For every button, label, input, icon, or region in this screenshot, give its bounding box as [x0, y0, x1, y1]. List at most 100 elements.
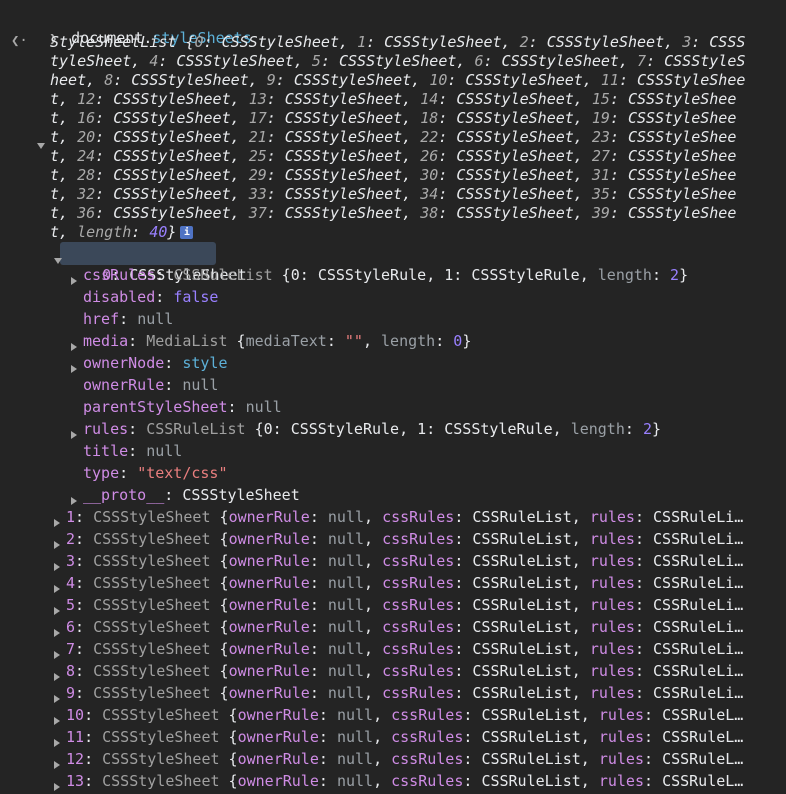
- preview-value: null: [336, 706, 374, 724]
- collapsed-entry-row[interactable]: 3: CSSStyleSheet {ownerRule: null, cssRu…: [66, 550, 743, 572]
- preview-key: cssRules: [391, 728, 464, 746]
- property-value: :: [453, 266, 472, 284]
- summary-entry-index: 12: [77, 90, 96, 108]
- entry-11-expand-triangle-icon[interactable]: [54, 733, 60, 751]
- preview-value: CSSRuleLi…: [653, 508, 744, 526]
- property-row: disabled: false: [83, 288, 219, 306]
- entry-index: 2: [66, 530, 76, 548]
- prop-ownerNode-expand-triangle-icon[interactable]: [71, 359, 77, 377]
- result-arrow-icon: ❮·: [11, 33, 28, 49]
- entry-index: 5: [66, 596, 76, 614]
- summary-entry-index: 16: [77, 109, 96, 127]
- entry-class: CSSStyleSheet: [102, 706, 220, 724]
- preview-value: CSSRuleList: [481, 728, 581, 746]
- preview-key: ownerRule: [228, 508, 310, 526]
- preview-key: ownerRule: [237, 750, 319, 768]
- entry-class: CSSStyleSheet: [102, 772, 220, 790]
- summary-entry-class: : CSSStyleSheet,: [438, 185, 592, 203]
- entry-0-header[interactable]: 0: CSSStyleSheet: [66, 242, 247, 284]
- property-value: {: [245, 420, 264, 438]
- property-value: {: [227, 332, 246, 350]
- collapsed-entry-row[interactable]: 1: CSSStyleSheet {ownerRule: null, cssRu…: [66, 506, 743, 528]
- summary-entry-index: 13: [248, 90, 267, 108]
- property-row: type: "text/css": [83, 464, 228, 482]
- summary-entry-index: 33: [248, 185, 267, 203]
- collapsed-entry-row[interactable]: 6: CSSStyleSheet {ownerRule: null, cssRu…: [66, 616, 743, 638]
- prop-rules-expand-triangle-icon[interactable]: [71, 425, 77, 443]
- devtools-console: ❯ document.styleSheets ❮· StyleSheetList …: [0, 0, 786, 794]
- stylesheetlist-summary[interactable]: StyleSheetList {0: CSSStyleSheet, 1: CSS…: [50, 33, 750, 242]
- property-row[interactable]: media: MediaList {mediaText: "", length:…: [83, 330, 471, 352]
- summary-entry-class: : CSSStyleSheet,: [158, 52, 312, 70]
- summary-entry-class: : CSSStyleSheet,: [95, 90, 249, 108]
- property-value: :: [426, 420, 445, 438]
- summary-entry-index: 31: [591, 166, 610, 184]
- summary-expand-triangle-icon[interactable]: [37, 135, 45, 153]
- collapsed-entry-row[interactable]: 4: CSSStyleSheet {ownerRule: null, cssRu…: [66, 572, 743, 594]
- summary-entry-class: : CSSStyleSheet,: [95, 128, 249, 146]
- summary-entry-index: 32: [77, 185, 96, 203]
- entry-3-expand-triangle-icon[interactable]: [54, 557, 60, 575]
- property-value: }: [462, 332, 472, 350]
- preview-value: CSSRuleLi…: [653, 640, 744, 658]
- summary-entry-index: 29: [248, 166, 267, 184]
- preview-value: CSSRuleList: [472, 508, 572, 526]
- collapsed-entry-row[interactable]: 5: CSSStyleSheet {ownerRule: null, cssRu…: [66, 594, 743, 616]
- entry-12-expand-triangle-icon[interactable]: [54, 755, 60, 773]
- entry-10-expand-triangle-icon[interactable]: [54, 711, 60, 729]
- summary-entry-class: : CSSStyleSheet,: [438, 166, 592, 184]
- entry-0-expand-triangle-icon[interactable]: [54, 250, 62, 268]
- entry-1-expand-triangle-icon[interactable]: [54, 513, 60, 531]
- preview-value: null: [327, 618, 365, 636]
- property-value: :: [624, 420, 643, 438]
- collapsed-entry-row[interactable]: 2: CSSStyleSheet {ownerRule: null, cssRu…: [66, 528, 743, 550]
- collapsed-entry-row[interactable]: 10: CSSStyleSheet {ownerRule: null, cssR…: [66, 704, 743, 726]
- entry-5-expand-triangle-icon[interactable]: [54, 601, 60, 619]
- summary-type: StyleSheetList {: [50, 33, 195, 51]
- collapsed-entry-row[interactable]: 13: CSSStyleSheet {ownerRule: null, cssR…: [66, 770, 743, 792]
- preview-value: CSSRuleL…: [662, 728, 744, 746]
- entry-4-expand-triangle-icon[interactable]: [54, 579, 60, 597]
- console-input-line[interactable]: ❯ document.styleSheets: [13, 5, 252, 47]
- preview-value: null: [327, 596, 365, 614]
- preview-value: null: [327, 552, 365, 570]
- summary-entry-index: 3: [682, 33, 692, 51]
- summary-entry-index: 28: [77, 166, 96, 184]
- entry-9-expand-triangle-icon[interactable]: [54, 689, 60, 707]
- preview-key: ownerRule: [237, 728, 319, 746]
- summary-entry-index: 26: [420, 147, 439, 165]
- property-key: parentStyleSheet: [83, 398, 228, 416]
- collapsed-entry-row[interactable]: 8: CSSStyleSheet {ownerRule: null, cssRu…: [66, 660, 743, 682]
- entry-6-expand-triangle-icon[interactable]: [54, 623, 60, 641]
- preview-value: null: [336, 728, 374, 746]
- entry-index: 9: [66, 684, 76, 702]
- entry-index: 13: [66, 772, 85, 790]
- entry-8-expand-triangle-icon[interactable]: [54, 667, 60, 685]
- property-row[interactable]: cssRules: CSSRuleList {0: CSSStyleRule, …: [83, 264, 688, 286]
- entry-7-expand-triangle-icon[interactable]: [54, 645, 60, 663]
- collapsed-entry-row[interactable]: 11: CSSStyleSheet {ownerRule: null, cssR…: [66, 726, 743, 748]
- entry-2-expand-triangle-icon[interactable]: [54, 535, 60, 553]
- prop-media-expand-triangle-icon[interactable]: [71, 337, 77, 355]
- entry-13-expand-triangle-icon[interactable]: [54, 777, 60, 794]
- summary-entry-index: 17: [248, 109, 267, 127]
- collapsed-entry-row[interactable]: 12: CSSStyleSheet {ownerRule: null, cssR…: [66, 748, 743, 770]
- property-value: mediaText: [245, 332, 327, 350]
- entry-class: CSSStyleSheet: [93, 596, 211, 614]
- property-value: :: [651, 266, 671, 284]
- property-key: title: [83, 442, 129, 460]
- summary-entry-class: : CSSStyleSheet,: [266, 185, 421, 203]
- property-value: 0: [453, 332, 463, 350]
- summary-entry-index: 10: [429, 71, 448, 89]
- prop-cssRules-expand-triangle-icon[interactable]: [71, 271, 77, 289]
- entry-index: 12: [66, 750, 85, 768]
- preview-key: ownerRule: [228, 574, 310, 592]
- info-icon[interactable]: i: [180, 226, 194, 239]
- collapsed-entry-row[interactable]: 7: CSSStyleSheet {ownerRule: null, cssRu…: [66, 638, 743, 660]
- property-row[interactable]: __proto__: CSSStyleSheet: [83, 484, 300, 506]
- property-value: CSSStyleRule: [471, 266, 580, 284]
- property-value: null: [146, 442, 183, 460]
- collapsed-entry-row[interactable]: 9: CSSStyleSheet {ownerRule: null, cssRu…: [66, 682, 743, 704]
- property-row[interactable]: rules: CSSRuleList {0: CSSStyleRule, 1: …: [83, 418, 661, 440]
- property-row[interactable]: ownerNode: style: [83, 352, 228, 374]
